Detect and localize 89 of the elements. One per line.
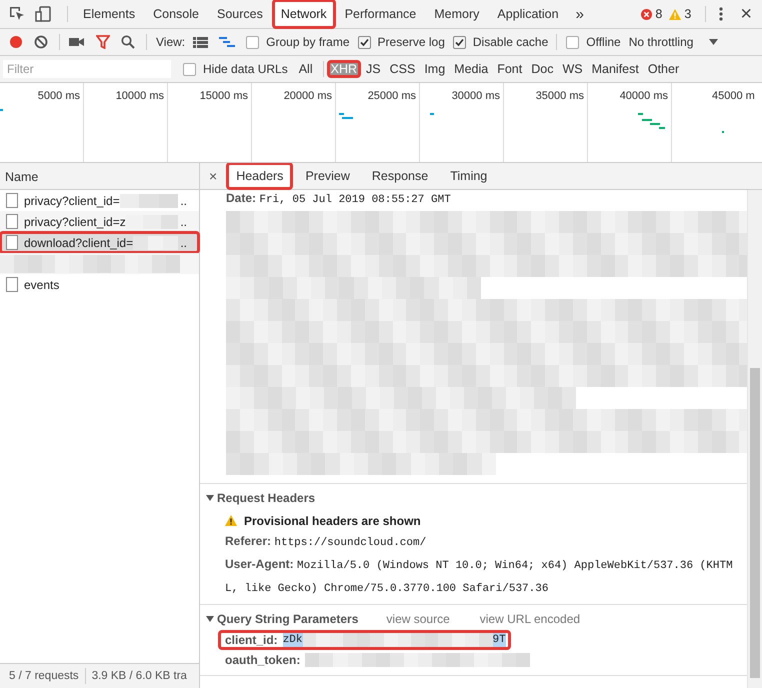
type-filter-button[interactable]: Doc (528, 61, 556, 77)
checkbox-label[interactable]: Disable cache (472, 35, 548, 49)
header-line: Date: Fri, 05 Jul 2019 08:55:27 GMT (226, 190, 452, 208)
tick-label: 25000 ms (368, 90, 416, 102)
record-icon[interactable] (9, 35, 23, 49)
list-view-icon[interactable] (193, 36, 208, 48)
tick-label: 45000 m (712, 90, 755, 102)
parameter-row: client_id: zDk 9T (219, 631, 510, 649)
tick-label: 15000 ms (200, 90, 248, 102)
link[interactable]: view URL encoded (480, 612, 580, 626)
checkbox-label[interactable]: Preserve log (378, 35, 445, 49)
warning-count[interactable]: 3 (684, 7, 692, 21)
header-line: User-Agent: Mozilla/5.0 (Windows NT 10.0; Win64; x64) AppleWebKit/537.36 (KHTML, like Gecko) Chrome/75.0.3770.100 Safari/537.36 (224, 556, 734, 597)
link[interactable]: view source (386, 612, 450, 626)
filter-field[interactable]: Filter (3, 60, 171, 78)
details-tab[interactable]: Response (362, 163, 438, 189)
panel-tab[interactable]: Performance (336, 0, 424, 28)
panel-tab[interactable]: Application (489, 0, 567, 28)
type-filter-button[interactable]: JS (363, 61, 384, 77)
clear-icon[interactable] (34, 35, 48, 49)
checkbox-label[interactable]: Group by frame (266, 35, 350, 49)
checkbox-label[interactable]: Hide data URLs (203, 62, 288, 76)
section-title[interactable]: Query String Parameters (217, 612, 358, 626)
tick-label: 30000 ms (452, 90, 500, 102)
request-row[interactable]: download?client_id= .. (0, 232, 199, 253)
device-icon[interactable] (35, 6, 51, 22)
more-tabs-button[interactable]: » (568, 6, 592, 22)
scrollbar-thumb[interactable] (750, 368, 760, 678)
waterfall-view-icon[interactable] (219, 36, 236, 48)
check-icon (360, 38, 369, 46)
checkbox[interactable] (452, 36, 466, 48)
error-count[interactable]: 8 (655, 7, 662, 21)
checkbox-label[interactable]: Offline (586, 35, 621, 49)
close-button[interactable]: × (200, 163, 226, 189)
details-tab[interactable]: Timing (441, 163, 496, 189)
tick-label: 5000 ms (38, 90, 80, 102)
panel-tab[interactable]: Sources (208, 0, 271, 28)
expanded-triangle-icon[interactable] (206, 494, 214, 502)
checkbox[interactable] (183, 62, 196, 76)
checkbox[interactable] (246, 36, 260, 48)
type-filter-button[interactable]: Media (451, 61, 492, 77)
inspect-icon[interactable] (9, 6, 25, 22)
type-filter-button[interactable]: CSS (386, 61, 418, 77)
type-filter-button[interactable]: Other (644, 61, 682, 77)
throttling-dropdown[interactable]: No throttling (628, 35, 718, 49)
check-icon (454, 38, 464, 46)
file-icon (6, 214, 18, 229)
panel-tab[interactable]: Memory (426, 0, 488, 28)
tick-label: 35000 ms (536, 90, 584, 102)
view-label: View: (156, 35, 186, 49)
tick-label: 10000 ms (116, 90, 164, 102)
search-icon[interactable] (121, 35, 135, 49)
dropdown-arrow-icon (709, 39, 718, 45)
type-filter-button[interactable]: Manifest (588, 61, 642, 77)
more-options-icon[interactable] (718, 6, 724, 22)
file-icon (6, 277, 18, 292)
checkbox[interactable] (566, 36, 580, 48)
header-line: Referer: https://soundcloud.com/ (224, 533, 428, 551)
type-filter-button[interactable]: All (296, 61, 316, 77)
file-icon (6, 193, 18, 208)
request-row[interactable]: privacy?client_id=z .. (0, 211, 199, 232)
status-text: 5 / 7 requests (9, 670, 79, 682)
parameter-row: oauth_token: (219, 651, 534, 669)
scrollbar[interactable] (747, 190, 762, 688)
close-button[interactable]: × (734, 2, 762, 26)
tick-label: 40000 ms (620, 90, 668, 102)
details-tab[interactable]: Preview (296, 163, 359, 189)
column-header[interactable]: Name (0, 163, 199, 190)
type-filter-button[interactable]: WS (559, 61, 586, 77)
camera-icon[interactable] (69, 36, 85, 48)
warning-icon (225, 515, 237, 526)
type-filter-button[interactable]: Img (421, 61, 448, 77)
panel-tab[interactable]: Elements (75, 0, 144, 28)
warning-text: Provisional headers are shown (244, 514, 421, 528)
selected-text: zDk 9T (282, 633, 506, 647)
request-row[interactable]: events (0, 274, 199, 295)
request-row[interactable]: privacy?client_id= .. (0, 190, 199, 211)
section-title[interactable]: Request Headers (217, 491, 316, 505)
type-filter-button[interactable]: Font (494, 61, 526, 77)
panel-tab[interactable]: Network (272, 0, 335, 28)
tick-label: 20000 ms (284, 90, 332, 102)
file-icon (6, 235, 18, 250)
status-text: 3.9 KB / 6.0 KB tra (92, 670, 187, 682)
filter-icon[interactable] (96, 35, 110, 49)
details-tab[interactable]: Headers (227, 163, 292, 189)
checkbox[interactable] (358, 36, 371, 48)
error-icon[interactable] (641, 8, 652, 20)
panel-tab[interactable]: Console (145, 0, 207, 28)
expanded-triangle-icon[interactable] (206, 615, 214, 623)
